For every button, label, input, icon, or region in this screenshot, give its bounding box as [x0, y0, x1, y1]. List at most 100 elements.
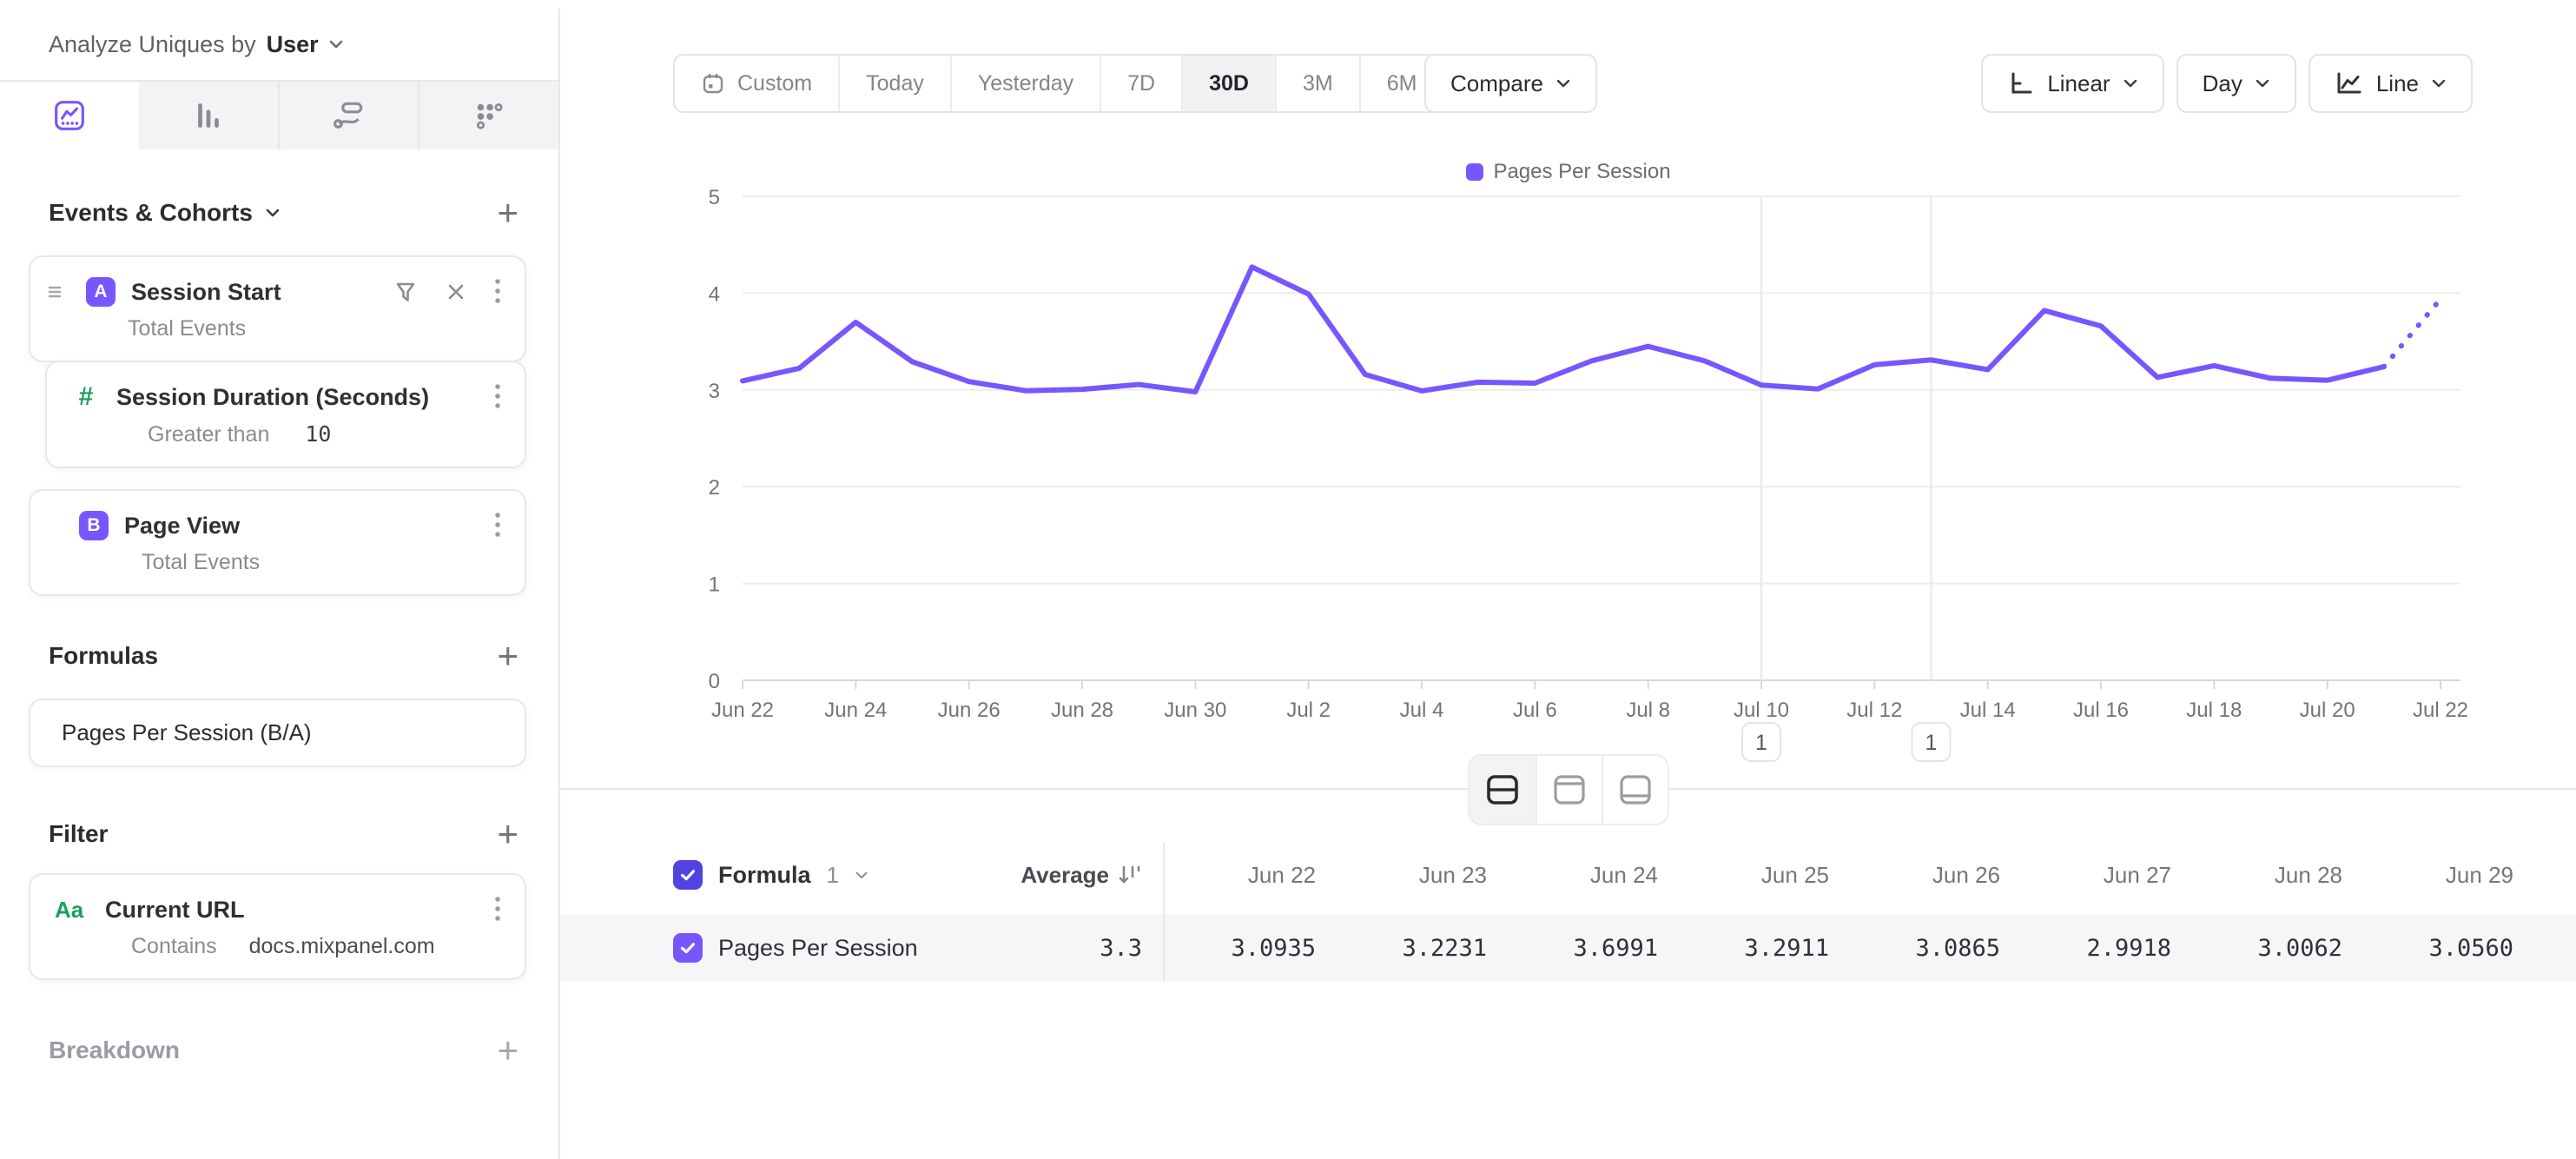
event-name[interactable]: Session Start [131, 279, 377, 306]
y-tick-label: 0 [709, 670, 720, 693]
x-tick-label: Jul 22 [2413, 699, 2468, 722]
table-column-divider [1163, 843, 1165, 982]
series-line[interactable] [743, 267, 2384, 392]
table-cell-value: 3.0865 [1840, 935, 2011, 962]
analyze-header: Analyze Uniques by User [0, 9, 558, 82]
range-30d-button[interactable]: 30D [1181, 56, 1275, 111]
x-tick-label: Jun 30 [1164, 699, 1226, 722]
y-tick-label: 1 [709, 573, 720, 597]
formula-card[interactable]: Pages Per Session (B/A) [29, 699, 526, 767]
chevron-down-icon [2123, 78, 2138, 89]
range-custom-button[interactable]: Custom [675, 56, 838, 111]
table-header-row: Formula 1 Average Jun 22Jun 23Jun 24Jun … [560, 836, 2576, 914]
x-tick-label: Jul 10 [1734, 699, 1789, 722]
chart-type-dropdown[interactable]: Line [2308, 54, 2473, 113]
tab-funnels[interactable] [139, 82, 280, 149]
column-header-jun-25[interactable]: Jun 25 [1668, 862, 1840, 889]
column-header-jun-28[interactable]: Jun 28 [2182, 862, 2353, 889]
filter-value[interactable]: docs.mixpanel.com [249, 934, 435, 958]
property-filter-card[interactable]: # Session Duration (Seconds) Greater tha… [45, 361, 526, 468]
table-row[interactable]: Pages Per Session 3.3 3.09353.22313.6991… [560, 914, 2576, 982]
remove-event-icon[interactable] [445, 281, 467, 303]
x-tick-label: Jun 22 [711, 699, 774, 722]
chevron-down-icon [2431, 78, 2447, 89]
column-header-jun-29[interactable]: Jun 29 [2353, 862, 2524, 889]
series-checkbox[interactable] [673, 933, 703, 963]
table-only-icon [1617, 773, 1654, 806]
filter-operator[interactable]: Greater than [148, 422, 269, 447]
compare-button[interactable]: Compare [1424, 54, 1597, 113]
sidebar: Analyze Uniques by User [0, 9, 560, 1159]
filter-funnel-icon[interactable] [393, 279, 419, 305]
x-tick-label: Jun 28 [1051, 699, 1113, 722]
string-property-icon: Aa [55, 897, 89, 924]
table-cell-value: 3.0062 [2182, 935, 2353, 962]
line-chart-icon [2335, 70, 2364, 97]
column-header-jun-24[interactable]: Jun 24 [1497, 862, 1668, 889]
add-formula-button[interactable]: + [492, 638, 524, 674]
sort-descending-icon[interactable] [1116, 862, 1142, 888]
date-range-control: CustomTodayYesterday7D30D3M6M12M [673, 54, 1541, 113]
kebab-menu-icon[interactable] [493, 276, 502, 308]
scale-dropdown[interactable]: Linear [1981, 54, 2163, 113]
average-value: 3.3 [1100, 935, 1142, 962]
split-view-icon [1484, 773, 1521, 806]
filter-value[interactable]: 10 [305, 421, 331, 447]
tab-insights[interactable] [0, 82, 139, 149]
tab-retention[interactable] [419, 82, 558, 149]
y-tick-label: 5 [709, 186, 720, 209]
events-section-title[interactable]: Events & Cohorts [49, 199, 281, 227]
event-card-b[interactable]: B Page View Total Events [29, 489, 526, 596]
annotation-badge-label: 1 [1755, 731, 1767, 755]
legend-swatch [1465, 163, 1483, 181]
formulas-section-header: Formulas + [0, 638, 558, 674]
select-all-checkbox[interactable] [673, 860, 703, 890]
linear-axis-icon [2007, 70, 2035, 97]
event-aggregation[interactable]: Total Events [30, 308, 525, 361]
chart-canvas[interactable]: 012345Jun 22Jun 24Jun 26Jun 28Jun 30Jul … [560, 148, 2576, 791]
annotation-badge-label: 1 [1925, 731, 1938, 755]
average-column-header[interactable]: Average [1020, 862, 1109, 889]
chart-legend[interactable]: Pages Per Session [1465, 160, 1670, 184]
x-tick-label: Jul 16 [2073, 699, 2129, 722]
filter-operator[interactable]: Contains [131, 934, 217, 958]
event-letter-badge: A [86, 277, 116, 307]
add-event-button[interactable]: + [492, 195, 524, 231]
kebab-menu-icon[interactable] [493, 510, 502, 541]
layout-split-button[interactable] [1470, 756, 1536, 824]
event-card-a[interactable]: A Session Start Total Events [29, 255, 526, 362]
chevron-down-icon [327, 38, 345, 50]
filter-property-name[interactable]: Current URL [105, 897, 478, 924]
range-today-button[interactable]: Today [838, 56, 950, 111]
range-7d-button[interactable]: 7D [1100, 56, 1181, 111]
chevron-down-icon[interactable] [855, 871, 869, 880]
chevron-down-icon [2255, 78, 2270, 89]
filter-card[interactable]: Aa Current URL Contains docs.mixpanel.co… [29, 873, 526, 980]
chevron-down-icon [1556, 78, 1571, 89]
numeric-property-icon: # [71, 382, 101, 412]
add-breakdown-button[interactable]: + [492, 1032, 524, 1069]
column-header-jun-27[interactable]: Jun 27 [2011, 862, 2182, 889]
x-tick-label: Jun 26 [938, 699, 1001, 722]
y-tick-label: 2 [709, 476, 720, 500]
analyze-entity-dropdown[interactable]: User [267, 31, 345, 58]
drag-handle-icon[interactable] [46, 283, 65, 301]
add-filter-button[interactable]: + [492, 816, 524, 852]
event-aggregation[interactable]: Total Events [30, 541, 525, 594]
bar-chart-icon [192, 99, 225, 132]
column-header-jun-23[interactable]: Jun 23 [1326, 862, 1497, 889]
tab-flows[interactable] [280, 82, 420, 149]
kebab-menu-icon[interactable] [493, 894, 502, 925]
range-yesterday-button[interactable]: Yesterday [950, 56, 1100, 111]
event-name[interactable]: Page View [124, 513, 478, 540]
kebab-menu-icon[interactable] [493, 381, 502, 413]
events-section-header: Events & Cohorts + [0, 195, 558, 231]
range-3m-button[interactable]: 3M [1275, 56, 1359, 111]
formula-column-header[interactable]: Formula [718, 862, 811, 889]
layout-chart-only-button[interactable] [1536, 756, 1602, 824]
granularity-dropdown[interactable]: Day [2176, 54, 2296, 113]
layout-table-only-button[interactable] [1602, 756, 1668, 824]
property-name[interactable]: Session Duration (Seconds) [116, 384, 478, 411]
column-header-jun-22[interactable]: Jun 22 [1163, 862, 1326, 889]
column-header-jun-26[interactable]: Jun 26 [1840, 862, 2011, 889]
